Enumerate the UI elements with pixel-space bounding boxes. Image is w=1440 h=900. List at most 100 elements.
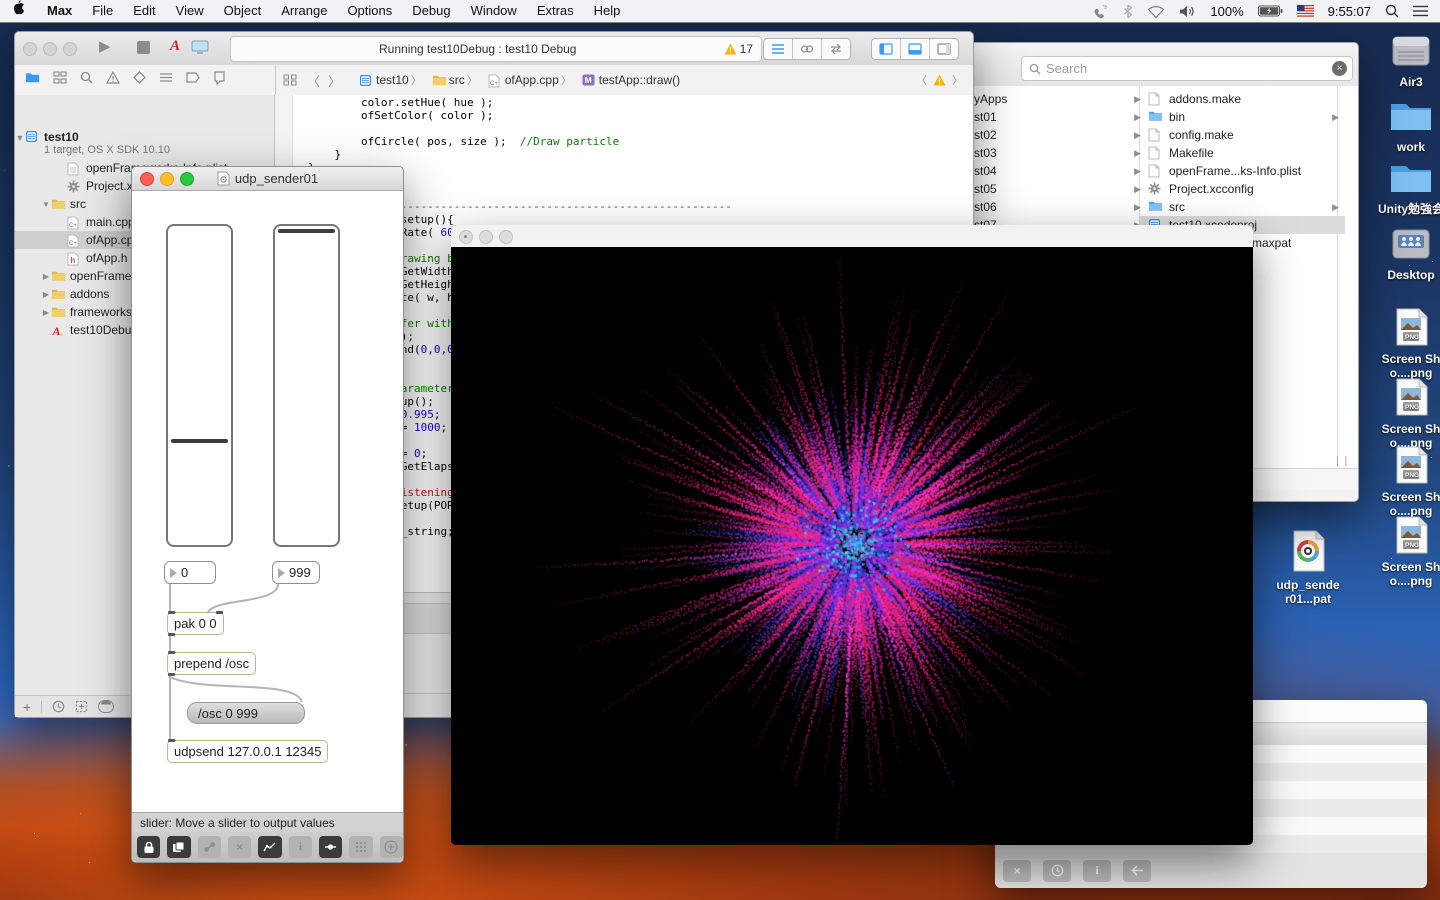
browser-row-yapps[interactable]: yApps▶ [964, 90, 1149, 108]
search-input[interactable]: Search × [1021, 56, 1353, 81]
hue-slider[interactable] [166, 224, 233, 547]
prepend-object[interactable]: prepend /osc [167, 652, 256, 675]
close-box-icon[interactable]: × [228, 836, 251, 858]
menu-item-window[interactable]: Window [461, 0, 527, 22]
app-menu[interactable]: Max [37, 0, 82, 22]
lock-icon[interactable] [137, 836, 160, 858]
back-button[interactable]: 〈 [307, 71, 320, 90]
navigator-toggle-button[interactable] [872, 39, 901, 59]
spotlight-icon[interactable] [1385, 4, 1399, 18]
menu-item-arrange[interactable]: Arrange [271, 0, 337, 22]
desktop-icon-png[interactable]: PNGScreen Sho....png [1378, 378, 1440, 450]
info-icon[interactable]: i [289, 836, 312, 858]
number-box-right[interactable]: 999 [272, 561, 320, 584]
volume-icon[interactable] [1179, 5, 1196, 18]
version-editor-button[interactable] [822, 39, 850, 59]
number-box-left[interactable]: 0 [164, 561, 216, 584]
stop-button[interactable] [137, 41, 150, 54]
grid-icon[interactable] [349, 836, 372, 858]
jump-bar-crumb[interactable]: ofApp.cpp [505, 73, 559, 87]
browser-row-config-make[interactable]: config.make [1140, 126, 1345, 144]
menu-item-file[interactable]: File [82, 0, 123, 22]
us-flag-icon[interactable] [1297, 5, 1314, 17]
menu-item-help[interactable]: Help [584, 0, 631, 22]
browser-row-src[interactable]: src▶ [1140, 198, 1345, 216]
wifi-icon[interactable] [1147, 5, 1165, 18]
close-button[interactable] [23, 42, 37, 56]
navigator-item-project[interactable]: ▼ test10 1 target, OS X SDK 10.10 [15, 130, 274, 156]
size-slider[interactable] [273, 224, 340, 547]
browser-row-st06[interactable]: st06▶ [964, 198, 1149, 216]
jump-bar-crumb[interactable]: src [449, 73, 465, 87]
mixer-icon[interactable] [258, 836, 281, 858]
desktop-icon-png[interactable]: PNGScreen Sho....png [1378, 308, 1440, 380]
browser-row-makefile[interactable]: Makefile [1140, 144, 1345, 162]
editor-mode-buttons[interactable] [763, 38, 851, 60]
menu-item-options[interactable]: Options [337, 0, 402, 22]
minimize-button[interactable] [479, 230, 493, 244]
jump-bar-crumb[interactable]: test10 [376, 73, 409, 87]
browser-row-maxpat-partial[interactable]: maxpat [1252, 234, 1337, 252]
destination-mac-icon[interactable] [191, 40, 209, 55]
slider-handle[interactable] [171, 439, 228, 443]
phone-icon[interactable] [1093, 4, 1109, 19]
menu-item-debug[interactable]: Debug [402, 0, 460, 22]
minimize-button[interactable] [43, 42, 57, 56]
bluetooth-icon[interactable] [1123, 4, 1133, 19]
desktop-icon-maxdoc[interactable]: udp_sender01...pat [1275, 530, 1341, 606]
debug-area-toggle-button[interactable] [901, 39, 930, 59]
browser-row-openframe-ks-info-plist[interactable]: openFrame...ks-Info.plist [1140, 162, 1345, 180]
recent-filter-icon[interactable] [52, 700, 65, 713]
disclosure-icon[interactable]: ▶ [41, 308, 51, 317]
project-navigator-icon[interactable] [25, 71, 40, 89]
browser-row-st01[interactable]: st01▶ [964, 108, 1149, 126]
max-patcher-window[interactable]: udp_sender01 0 999 pak 0 [131, 166, 404, 863]
desktop-icon-drive[interactable]: Air3 [1378, 33, 1440, 89]
desktop-icon-png[interactable]: PNGScreen Sho....png [1378, 446, 1440, 518]
issue-navigator-icon[interactable] [106, 71, 120, 89]
disclosure-icon[interactable]: ▶ [41, 290, 51, 299]
add-button[interactable]: + [23, 699, 31, 715]
pak-object[interactable]: pak 0 0 [167, 612, 224, 635]
presentation-icon[interactable] [167, 836, 190, 858]
notification-center-icon[interactable] [1413, 5, 1428, 17]
close-icon[interactable]: × [1003, 860, 1031, 882]
patching-icon[interactable] [198, 836, 221, 858]
menu-item-object[interactable]: Object [214, 0, 272, 22]
view-buttons[interactable] [871, 38, 959, 60]
desktop-icon-folder[interactable]: Unity勉強会 [1378, 160, 1440, 216]
openframeworks-output-window[interactable] [451, 225, 1253, 845]
menu-item-extras[interactable]: Extras [527, 0, 584, 22]
info-icon[interactable]: i [1083, 860, 1111, 882]
disclosure-icon[interactable]: ▼ [15, 133, 25, 143]
browser-row-st05[interactable]: st05▶ [964, 180, 1149, 198]
apple-menu[interactable] [0, 0, 37, 22]
browser-row-st03[interactable]: st03▶ [964, 144, 1149, 162]
related-items-icon[interactable] [283, 74, 297, 86]
browser-row-addons-make[interactable]: addons.make [1140, 90, 1345, 108]
disclosure-icon[interactable]: ▶ [41, 272, 51, 281]
search-navigator-icon[interactable] [80, 71, 93, 89]
utilities-toggle-button[interactable] [930, 39, 958, 59]
close-button[interactable] [459, 230, 473, 244]
desktop-icon-folder[interactable]: work [1378, 98, 1440, 154]
warning-badge[interactable]: 17 [724, 42, 753, 56]
connections-icon[interactable] [319, 836, 342, 858]
desktop-icon-png[interactable]: PNGScreen Sho....png [1378, 516, 1440, 588]
slider-handle[interactable] [278, 229, 335, 233]
desktop-icon-network[interactable]: Desktop [1378, 226, 1440, 282]
report-navigator-icon[interactable] [213, 71, 226, 89]
close-button[interactable] [140, 172, 154, 186]
menu-item-edit[interactable]: Edit [123, 0, 165, 22]
battery-icon[interactable] [1258, 5, 1283, 17]
search-close-button[interactable]: × [1332, 61, 1347, 76]
zoom-button[interactable] [499, 230, 513, 244]
menu-clock[interactable]: 9:55:07 [1328, 4, 1371, 19]
clock-icon[interactable] [1043, 860, 1071, 882]
back-icon[interactable] [1123, 860, 1151, 882]
disclosure-icon[interactable]: ▼ [41, 200, 51, 209]
scm-filter-icon[interactable] [75, 700, 88, 713]
symbol-navigator-icon[interactable] [53, 71, 67, 89]
assistant-editor-button[interactable] [793, 39, 822, 59]
add-icon[interactable] [380, 836, 403, 858]
